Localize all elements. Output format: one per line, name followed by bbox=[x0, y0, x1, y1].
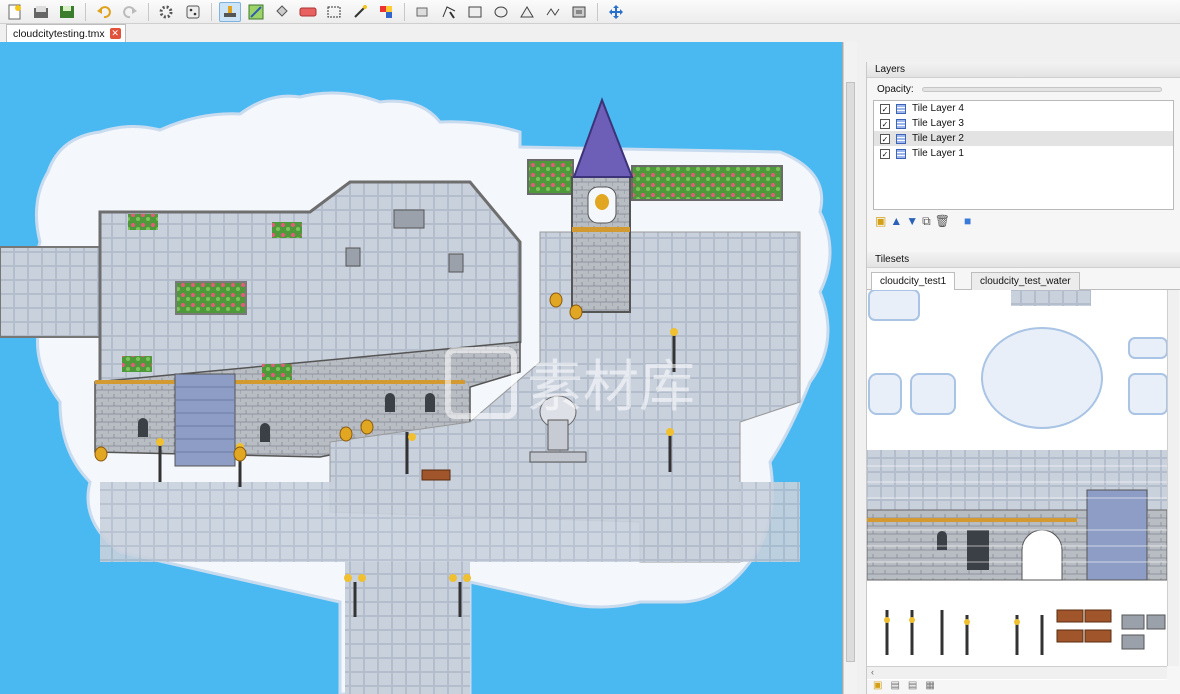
tileset-tab-active[interactable]: cloudcity_test1 bbox=[871, 272, 956, 291]
document-tab[interactable]: cloudcitytesting.tmx ✕ bbox=[6, 24, 126, 42]
insert-polygon-icon[interactable] bbox=[516, 2, 538, 22]
delete-layer-icon[interactable]: 🗑 bbox=[935, 214, 950, 228]
layer-visibility-checkbox[interactable]: ✓ bbox=[880, 103, 890, 114]
tile-layer-icon bbox=[896, 133, 906, 144]
opacity-row: Opacity: bbox=[867, 78, 1180, 100]
move-icon[interactable] bbox=[605, 2, 627, 22]
stamp-icon[interactable] bbox=[219, 1, 241, 22]
add-layer-icon[interactable]: ▣ bbox=[875, 214, 886, 228]
map-vertical-scrollbar[interactable] bbox=[843, 42, 857, 694]
close-icon[interactable]: ✕ bbox=[109, 28, 121, 39]
layer-label: Tile Layer 1 bbox=[912, 148, 964, 159]
layer-label: Tile Layer 2 bbox=[912, 133, 964, 144]
tile-layer-icon bbox=[896, 148, 906, 159]
raise-layer-icon[interactable]: ▲ bbox=[890, 214, 902, 228]
layers-panel-title: Layers bbox=[867, 62, 1180, 78]
tileset-tab[interactable]: cloudcity_test_water bbox=[971, 272, 1080, 290]
toolbar-separator bbox=[148, 2, 149, 21]
document-tab-bar: cloudcitytesting.tmx ✕ bbox=[0, 24, 845, 42]
tileset-tab-bar: cloudcity_test1 cloudcity_test_water bbox=[867, 268, 1180, 291]
duplicate-layer-icon[interactable]: ⧉ bbox=[922, 214, 931, 229]
watermark: 素材库 bbox=[445, 342, 695, 423]
export-tileset-icon[interactable]: ▤ bbox=[908, 680, 917, 694]
commands-icon[interactable] bbox=[156, 2, 178, 22]
layer-visibility-checkbox[interactable]: ✓ bbox=[880, 148, 890, 159]
eraser-icon[interactable] bbox=[297, 2, 319, 22]
south-path bbox=[345, 562, 470, 694]
select-objects-icon[interactable] bbox=[412, 2, 434, 22]
show-hide-layers-icon[interactable]: ■ bbox=[964, 214, 971, 228]
layers-panel: Layers Opacity: ✓ Tile Layer 4 ✓ Tile La… bbox=[866, 62, 1180, 252]
tile-layer-icon bbox=[896, 103, 906, 114]
scrollbar-thumb[interactable] bbox=[846, 82, 855, 662]
layer-toolbar: ▣ ▲ ▼ ⧉ 🗑 ■ bbox=[867, 210, 1180, 232]
watermark-text: 素材库 bbox=[527, 355, 695, 420]
main-toolbar bbox=[0, 0, 1180, 24]
new-tileset-icon[interactable]: ▣ bbox=[873, 680, 882, 694]
opacity-label: Opacity: bbox=[877, 83, 914, 95]
layer-label: Tile Layer 4 bbox=[912, 103, 964, 114]
insert-polyline-icon[interactable] bbox=[542, 2, 564, 22]
open-icon[interactable] bbox=[30, 2, 52, 22]
lower-layer-icon[interactable]: ▼ bbox=[906, 214, 918, 228]
layer-visibility-checkbox[interactable]: ✓ bbox=[880, 133, 890, 144]
watermark-logo-icon bbox=[445, 346, 517, 419]
opacity-slider[interactable] bbox=[921, 86, 1162, 92]
undo-icon[interactable] bbox=[93, 2, 115, 22]
tileset-artwork bbox=[867, 290, 1167, 655]
tileset-toolbar: ▣ ▤ ▤ ▦ bbox=[867, 680, 935, 694]
layer-list: ✓ Tile Layer 4 ✓ Tile Layer 3 ✓ Tile Lay… bbox=[873, 100, 1174, 210]
bell-tower bbox=[571, 97, 634, 313]
layer-visibility-checkbox[interactable]: ✓ bbox=[880, 118, 890, 129]
tileset-horizontal-scrollbar[interactable]: ‹ bbox=[867, 666, 1167, 679]
magic-wand-icon[interactable] bbox=[349, 2, 371, 22]
insert-ellipse-icon[interactable] bbox=[490, 2, 512, 22]
wall-trim bbox=[95, 380, 465, 384]
tileset-vertical-scrollbar[interactable] bbox=[1167, 290, 1179, 666]
layer-row[interactable]: ✓ Tile Layer 1 bbox=[874, 146, 1173, 161]
tile-layer-icon bbox=[896, 118, 906, 129]
rect-select-icon[interactable] bbox=[323, 2, 345, 22]
layer-label: Tile Layer 3 bbox=[912, 118, 964, 129]
bench bbox=[421, 469, 451, 481]
terrain-brush-icon[interactable] bbox=[245, 2, 267, 22]
tilesets-panel-title: Tilesets bbox=[867, 252, 1180, 268]
tilesets-panel: Tilesets cloudcity_test1 cloudcity_test_… bbox=[866, 252, 1180, 694]
toolbar-separator bbox=[404, 2, 405, 21]
new-icon[interactable] bbox=[4, 2, 26, 22]
toolbar-separator bbox=[211, 2, 212, 21]
random-icon[interactable] bbox=[182, 2, 204, 22]
redo-icon[interactable] bbox=[119, 2, 141, 22]
tiled-editor-window: cloudcitytesting.tmx ✕ 素材库 Layers Opacit… bbox=[0, 0, 1180, 694]
layer-row[interactable]: ✓ Tile Layer 3 bbox=[874, 116, 1173, 131]
layer-row-selected[interactable]: ✓ Tile Layer 2 bbox=[874, 131, 1173, 146]
edit-polygons-icon[interactable] bbox=[438, 2, 460, 22]
map-canvas[interactable]: 素材库 bbox=[0, 42, 843, 694]
tileset-properties-icon[interactable]: ▦ bbox=[925, 680, 934, 694]
bucket-fill-icon[interactable] bbox=[271, 2, 293, 22]
document-tab-label: cloudcitytesting.tmx bbox=[13, 27, 105, 40]
import-tileset-icon[interactable]: ▤ bbox=[890, 680, 899, 694]
insert-tile-icon[interactable] bbox=[568, 2, 590, 22]
lower-walkway bbox=[100, 482, 800, 562]
insert-rectangle-icon[interactable] bbox=[464, 2, 486, 22]
layer-row[interactable]: ✓ Tile Layer 4 bbox=[874, 101, 1173, 116]
map-artwork bbox=[0, 91, 832, 694]
toolbar-separator bbox=[85, 2, 86, 21]
toolbar-separator bbox=[597, 2, 598, 21]
save-icon[interactable] bbox=[56, 2, 78, 22]
bridge-walkway bbox=[0, 246, 111, 338]
tileset-sheet[interactable] bbox=[867, 290, 1167, 680]
select-same-tile-icon[interactable] bbox=[375, 2, 397, 22]
